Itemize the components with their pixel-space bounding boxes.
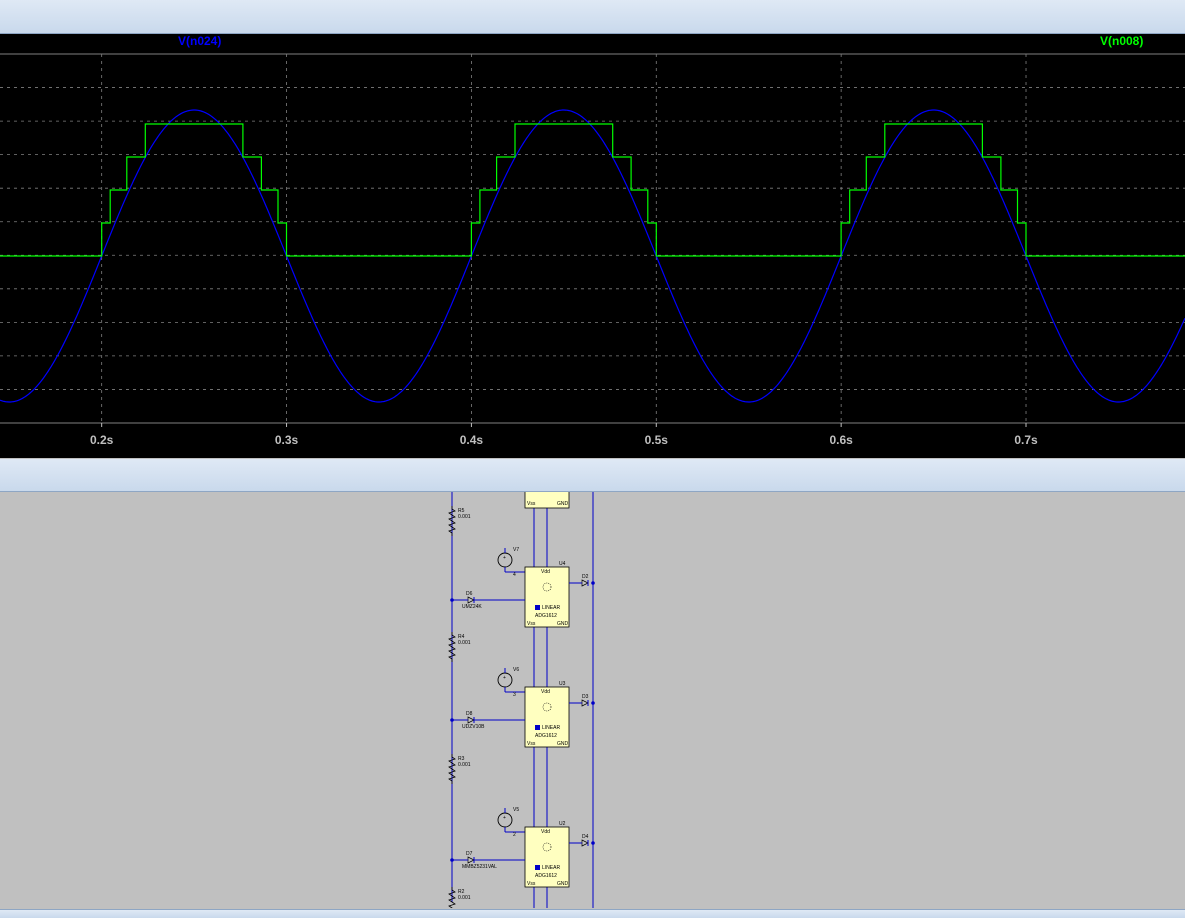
source-value-label: 4	[513, 572, 516, 578]
junction-dot	[450, 858, 454, 862]
brand-label: LINEAR	[542, 865, 560, 871]
series-line-vn024	[0, 109, 1185, 403]
brand-logo	[535, 605, 540, 610]
x-tick-label: 0.6s	[829, 433, 853, 447]
x-tick-label: 0.4s	[460, 433, 484, 447]
zener-diode-d8	[467, 716, 475, 724]
source-ref-label: V5	[513, 807, 519, 813]
source-value-label: 2	[513, 832, 516, 838]
pin-vdd-label: Vdd	[541, 569, 550, 575]
x-tick-label: 0.5s	[645, 433, 669, 447]
output-diode-d2	[581, 579, 589, 587]
trace-label-vn024[interactable]: V(n024)	[178, 34, 221, 48]
switch-ref-label: U4	[559, 561, 566, 567]
output-diode-ref-label: D4	[582, 834, 589, 840]
brand-logo	[535, 725, 540, 730]
brand-logo	[535, 865, 540, 870]
zener-diode-d7	[467, 856, 475, 864]
pin-vss-label: Vss	[527, 621, 536, 627]
pin-vss-label: Vss	[527, 501, 536, 507]
x-tick-label: 0.2s	[90, 433, 114, 447]
waveform-window-titlebar[interactable]	[0, 0, 1185, 34]
switch-part-label: ADG1612	[535, 733, 557, 739]
brand-label: LINEAR	[542, 605, 560, 611]
switch-part-label: ADG1612	[535, 873, 557, 879]
schematic-canvas[interactable]: Vss GND R5 0.001 R4 0.001 R3 0.001 R2 0.001 + V7 4 U4…	[0, 492, 1185, 908]
junction-dot	[591, 701, 595, 705]
output-diode-d3	[581, 699, 589, 707]
junction-dot	[591, 841, 595, 845]
zener-ref-label: D6	[466, 591, 473, 597]
source-plus-sign: +	[503, 815, 506, 821]
x-tick-label: 0.7s	[1014, 433, 1038, 447]
pin-vss-label: Vss	[527, 741, 536, 747]
schematic-window-titlebar[interactable]	[0, 459, 1185, 492]
pin-gnd-label: GND	[557, 881, 569, 887]
brand-label: LINEAR	[542, 725, 560, 731]
output-diode-ref-label: D3	[582, 694, 589, 700]
output-diode-ref-label: D2	[582, 574, 589, 580]
source-value-label: 3	[513, 692, 516, 698]
pin-vdd-label: Vdd	[541, 829, 550, 835]
zener-diode-d6	[467, 596, 475, 604]
zener-ref-label: D7	[466, 851, 473, 857]
source-plus-sign: +	[503, 555, 506, 561]
junction-dot	[450, 598, 454, 602]
pin-gnd-label: GND	[557, 741, 569, 747]
zener-ref-label: D8	[466, 711, 473, 717]
trace-label-vn008[interactable]: V(n008)	[1100, 34, 1143, 48]
resistor-value-label: 0.001	[458, 762, 471, 768]
resistor-value-label: 0.001	[458, 514, 471, 520]
switch-ref-label: U3	[559, 681, 566, 687]
resistor-value-label: 0.001	[458, 640, 471, 646]
zener-part-label: UDZV10B	[462, 724, 485, 730]
source-plus-sign: +	[503, 675, 506, 681]
resistor-value-label: 0.001	[458, 895, 471, 901]
x-tick-label: 0.3s	[275, 433, 299, 447]
zener-part-label: UMZ24K	[462, 604, 482, 610]
pin-vss-label: Vss	[527, 881, 536, 887]
zener-part-label: MMBZ5231VAL	[462, 864, 497, 870]
waveform-plot[interactable]: V(n024) V(n008) 0.2s 0.3s 0.4s 0.5s 0.6s 0.7s	[0, 34, 1185, 458]
plot-canvas[interactable]: 0.2s 0.3s 0.4s 0.5s 0.6s 0.7s	[0, 34, 1185, 458]
series-line-vn008	[0, 123, 1185, 257]
switch-part-label: ADG1612	[535, 613, 557, 619]
pin-gnd-label: GND	[557, 501, 569, 507]
junction-dot	[591, 581, 595, 585]
source-ref-label: V7	[513, 547, 519, 553]
switch-ref-label: U2	[559, 821, 566, 827]
pin-gnd-label: GND	[557, 621, 569, 627]
output-diode-d4	[581, 839, 589, 847]
source-ref-label: V6	[513, 667, 519, 673]
pin-vdd-label: Vdd	[541, 689, 550, 695]
junction-dot	[450, 718, 454, 722]
